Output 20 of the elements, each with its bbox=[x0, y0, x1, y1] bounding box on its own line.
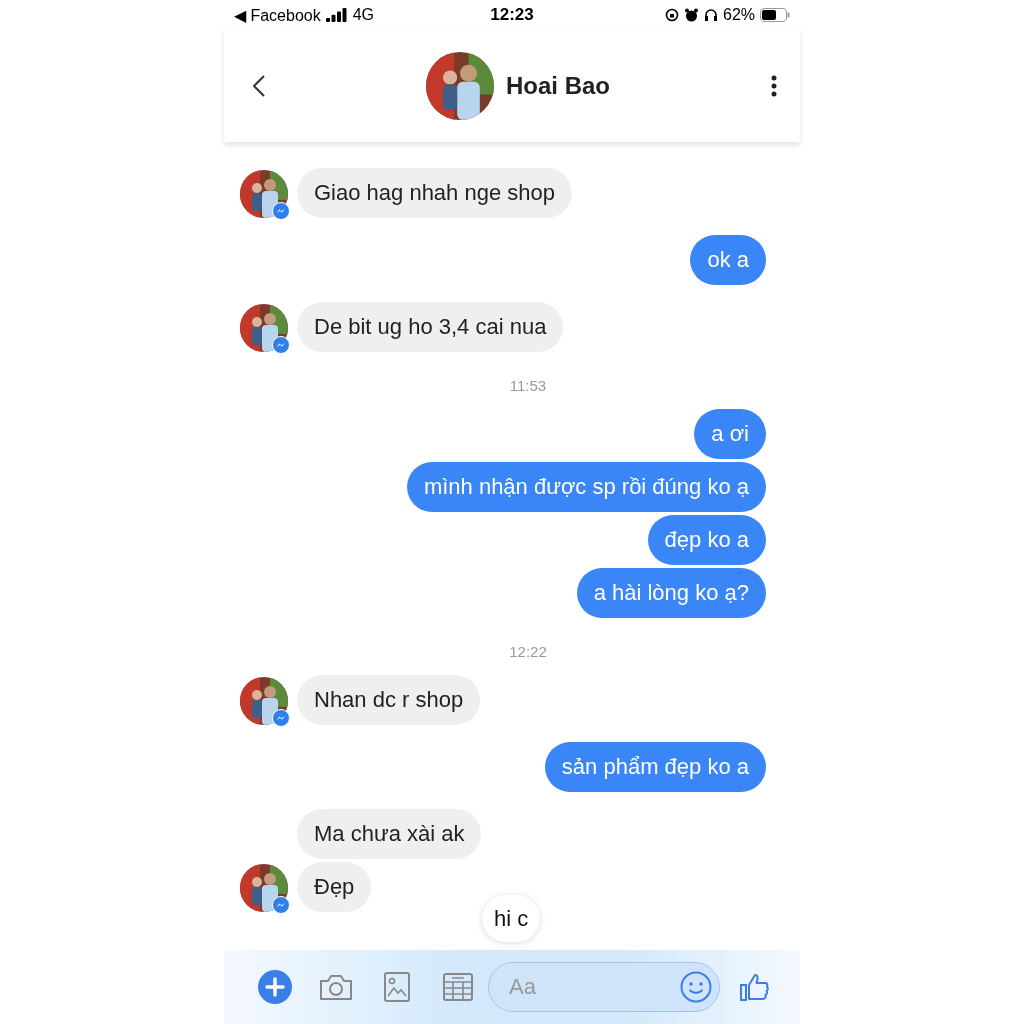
network-type: 4G bbox=[352, 6, 375, 24]
received-message: De bit ug ho 3,4 cai nua bbox=[297, 302, 564, 352]
received-message: Ma chưa xài ak bbox=[297, 809, 482, 859]
received-message: Nhan dc r shop bbox=[297, 675, 481, 725]
suggestion-chip[interactable]: hi c bbox=[482, 895, 541, 942]
timestamp: 12:22 bbox=[509, 643, 547, 660]
message-input[interactable]: Aa bbox=[488, 962, 720, 1012]
battery-percent: 62% bbox=[723, 6, 755, 24]
received-message: Giao hag nhah nge shop bbox=[297, 168, 572, 218]
timestamp: 11:53 bbox=[509, 377, 547, 394]
sent-message: ok a bbox=[690, 235, 766, 285]
received-message: Đẹp bbox=[297, 862, 372, 912]
sent-message: a hài lòng ko ạ? bbox=[576, 568, 766, 618]
contact-name: Hoai Bao bbox=[506, 72, 610, 100]
sent-message: đẹp ko a bbox=[647, 515, 766, 565]
sent-message: mình nhận được sp rồi đúng ko ạ bbox=[406, 462, 766, 512]
sent-message: a ơi bbox=[694, 409, 766, 459]
back-to-app-link[interactable]: ◀ Facebook bbox=[234, 5, 321, 25]
clock: 12:23 bbox=[490, 5, 534, 25]
sent-message: sản phẩm đẹp ko a bbox=[544, 742, 766, 792]
